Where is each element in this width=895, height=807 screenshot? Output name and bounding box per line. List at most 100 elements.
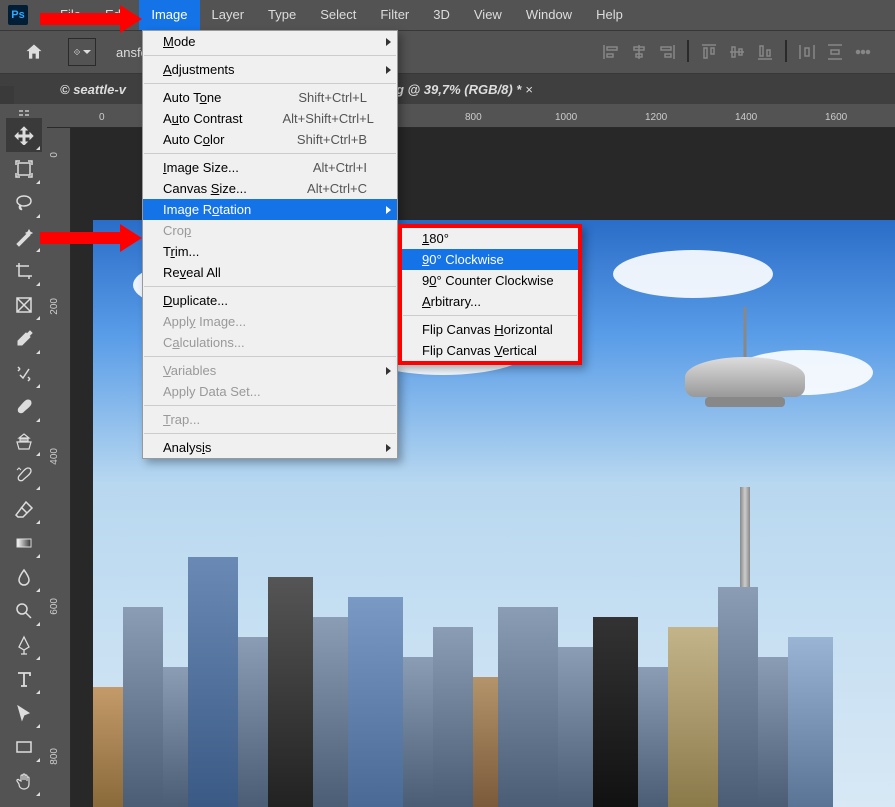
image-menu-apply-image: Apply Image... (143, 311, 397, 332)
hruler-tick: 1200 (645, 112, 667, 123)
tools-panel (0, 104, 47, 807)
menubar-item-type[interactable]: Type (256, 0, 308, 30)
menu-item-label: Mode (163, 34, 196, 49)
close-tab-icon[interactable]: × (525, 82, 533, 97)
image-menu-auto-tone[interactable]: Auto Tone Shift+Ctrl+L (143, 87, 397, 108)
align-distribute-buttons (599, 40, 895, 64)
pen-tool[interactable] (6, 628, 42, 662)
rotation-menu-90-counter-clockwise[interactable]: 90° Counter Clockwise (402, 270, 578, 291)
menu-item-label: Image Rotation (163, 202, 251, 217)
menubar-item-image[interactable]: Image (139, 0, 199, 30)
menu-item-shortcut: Shift+Ctrl+B (297, 132, 367, 147)
history-brush-tool[interactable] (6, 458, 42, 492)
document-tab-title-right[interactable]: g @ 39,7% (RGB/8) * (396, 82, 521, 97)
menu-item-label: Trim... (163, 244, 199, 259)
vruler-tick: 0 (49, 152, 60, 158)
hruler-tick: 800 (465, 112, 482, 123)
rotation-menu-90-clockwise[interactable]: 90° Clockwise (402, 249, 578, 270)
image-menu-auto-color[interactable]: Auto Color Shift+Ctrl+B (143, 129, 397, 150)
align-right-icon[interactable] (655, 40, 679, 64)
home-icon[interactable] (20, 38, 48, 66)
dodge-tool[interactable] (6, 594, 42, 628)
move-tool[interactable] (6, 118, 42, 152)
menu-item-label: Auto Color (163, 132, 224, 147)
crop-tool[interactable] (6, 254, 42, 288)
image-menu-reveal-all[interactable]: Reveal All (143, 262, 397, 283)
spot-heal-tool[interactable] (6, 356, 42, 390)
artboard-tool[interactable] (6, 152, 42, 186)
menu-item-label: 90° Counter Clockwise (422, 273, 554, 288)
menubar-item-view[interactable]: View (462, 0, 514, 30)
image-menu-image-rotation[interactable]: Image Rotation (143, 199, 397, 220)
distribute-h-icon[interactable] (795, 40, 819, 64)
submenu-arrow-icon (386, 206, 391, 214)
hruler-tick: 1000 (555, 112, 577, 123)
clone-stamp-tool[interactable] (6, 424, 42, 458)
more-options-icon[interactable] (851, 40, 875, 64)
image-menu-adjustments[interactable]: Adjustments (143, 59, 397, 80)
vruler-tick: 800 (49, 748, 60, 765)
type-tool[interactable] (6, 662, 42, 696)
image-menu-auto-contrast[interactable]: Auto Contrast Alt+Shift+Ctrl+L (143, 108, 397, 129)
menubar-item-window[interactable]: Window (514, 0, 584, 30)
rotation-menu-180[interactable]: 180° (402, 228, 578, 249)
menubar-item-layer[interactable]: Layer (200, 0, 257, 30)
menu-item-label: Trap... (163, 412, 200, 427)
align-vcenter-icon[interactable] (725, 40, 749, 64)
hand-tool[interactable] (6, 764, 42, 798)
toolbar-grip-icon[interactable] (6, 108, 42, 118)
align-bottom-icon[interactable] (753, 40, 777, 64)
magic-wand-tool[interactable] (6, 220, 42, 254)
align-left-icon[interactable] (599, 40, 623, 64)
eyedropper-tool[interactable] (6, 322, 42, 356)
image-menu-image-size[interactable]: Image Size...Alt+Ctrl+I (143, 157, 397, 178)
annotation-arrow-2 (40, 224, 142, 252)
image-menu-crop: Crop (143, 220, 397, 241)
menu-item-label: Auto Tone (163, 90, 221, 105)
image-menu-analysis[interactable]: Analysis (143, 437, 397, 458)
menubar-item-help[interactable]: Help (584, 0, 635, 30)
menu-item-shortcut: Alt+Ctrl+I (313, 160, 367, 175)
menu-item-label: Auto Contrast (163, 111, 243, 126)
rotation-menu-arbitrary[interactable]: Arbitrary... (402, 291, 578, 312)
submenu-arrow-icon (386, 367, 391, 375)
menu-separator (144, 153, 396, 154)
align-top-icon[interactable] (697, 40, 721, 64)
menu-item-label: 90° Clockwise (422, 252, 504, 267)
rectangle-tool[interactable] (6, 730, 42, 764)
menubar-item-filter[interactable]: Filter (368, 0, 421, 30)
hruler-tick: 0 (99, 112, 105, 123)
image-menu-dropdown: ModeAdjustmentsAuto ToneShift+Ctrl+LAuto… (142, 30, 398, 459)
hruler-tick: 1600 (825, 112, 847, 123)
image-menu-duplicate[interactable]: Duplicate... (143, 290, 397, 311)
brush-tool[interactable] (6, 390, 42, 424)
menu-item-label: 180° (422, 231, 449, 246)
eraser-tool[interactable] (6, 492, 42, 526)
menu-item-label: Crop (163, 223, 191, 238)
menubar-item-select[interactable]: Select (308, 0, 368, 30)
image-menu-apply-data-set: Apply Data Set... (143, 381, 397, 402)
image-menu-mode[interactable]: Mode (143, 31, 397, 52)
menubar-item-3d[interactable]: 3D (421, 0, 462, 30)
menu-item-label: Apply Data Set... (163, 384, 261, 399)
path-select-tool[interactable] (6, 696, 42, 730)
blur-tool[interactable] (6, 560, 42, 594)
image-menu-canvas-size[interactable]: Canvas Size...Alt+Ctrl+C (143, 178, 397, 199)
tool-preset-picker[interactable] (68, 38, 96, 66)
gradient-tool[interactable] (6, 526, 42, 560)
document-tab-title-left[interactable]: © seattle-v (60, 82, 126, 97)
document-tab-bar: © seattle-v g @ 39,7% (RGB/8) * × (0, 74, 895, 104)
rotation-menu-flip-canvas-vertical[interactable]: Flip Canvas Vertical (402, 340, 578, 361)
vruler-tick: 600 (49, 598, 60, 615)
image-menu-trim[interactable]: Trim... (143, 241, 397, 262)
lasso-tool[interactable] (6, 186, 42, 220)
align-hcenter-icon[interactable] (627, 40, 651, 64)
panel-collapse-strip[interactable] (0, 86, 14, 104)
rotation-menu-flip-canvas-horizontal[interactable]: Flip Canvas Horizontal (402, 319, 578, 340)
menu-item-shortcut: Alt+Shift+Ctrl+L (283, 111, 374, 126)
distribute-v-icon[interactable] (823, 40, 847, 64)
menu-item-shortcut: Shift+Ctrl+L (298, 90, 367, 105)
menu-separator (144, 286, 396, 287)
frame-tool[interactable] (6, 288, 42, 322)
menu-item-label: Flip Canvas Vertical (422, 343, 537, 358)
